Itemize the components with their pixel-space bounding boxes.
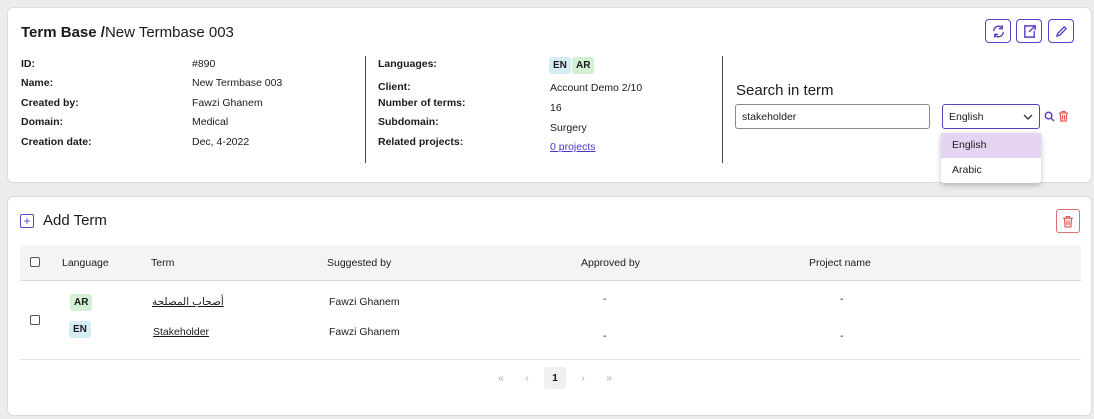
row-divider (20, 359, 1081, 360)
language-badge-en: EN (549, 57, 571, 74)
number-of-terms-label: Number of terms: (378, 97, 466, 109)
client-label: Client: (378, 81, 411, 93)
chevron-down-icon (1023, 114, 1033, 120)
delete-button[interactable] (1056, 209, 1080, 233)
divider (365, 56, 366, 163)
approved-by: - (603, 330, 607, 342)
page-title: Term Base /New Termbase 003 (21, 24, 234, 41)
table-header: Language Term Suggested by Approved by P… (20, 245, 1081, 281)
first-page-button[interactable]: « (488, 372, 514, 384)
select-all-checkbox[interactable] (30, 257, 40, 267)
pencil-icon (1055, 25, 1067, 37)
related-projects-label: Related projects: (378, 136, 464, 148)
trash-icon (1063, 215, 1073, 228)
id-label: ID: (21, 58, 35, 70)
language-dropdown: English Arabic (941, 133, 1041, 183)
language-badge-ar: AR (70, 294, 93, 311)
last-page-button[interactable]: » (596, 372, 622, 384)
project-name: - (840, 330, 844, 342)
created-by-label: Created by: (21, 97, 79, 109)
termbase-details-card: Term Base /New Termbase 003 ID: #890 Nam… (7, 7, 1092, 183)
subdomain-value: Surgery (550, 122, 587, 134)
next-page-button[interactable]: › (570, 372, 596, 384)
suggested-by: Fawzi Ghanem (329, 296, 400, 308)
language-option-arabic[interactable]: Arabic (941, 158, 1041, 183)
column-term: Term (151, 257, 175, 269)
language-badge-ar: AR (572, 57, 595, 74)
refresh-button[interactable] (985, 19, 1011, 43)
domain-label: Domain: (21, 116, 63, 128)
name-value: New Termbase 003 (192, 77, 283, 89)
language-select[interactable]: English (942, 104, 1040, 129)
created-by-value: Fawzi Ghanem (192, 97, 263, 109)
creation-date-label: Creation date: (21, 136, 92, 148)
refresh-icon (992, 24, 1004, 38)
language-select-value: English (949, 110, 984, 123)
clear-trash-icon[interactable] (1058, 110, 1069, 122)
id-value: #890 (192, 58, 216, 70)
suggested-by: Fawzi Ghanem (329, 326, 400, 338)
term-link[interactable]: أصحاب المصلحة (152, 296, 224, 308)
export-icon (1023, 24, 1036, 38)
column-suggested-by: Suggested by (327, 257, 392, 269)
subdomain-label: Subdomain: (378, 116, 439, 128)
languages-label: Languages: (378, 58, 437, 70)
add-term-button[interactable]: + Add Term (20, 212, 107, 229)
project-name: - (840, 293, 844, 305)
approved-by: - (603, 293, 607, 305)
export-button[interactable] (1016, 19, 1042, 43)
search-title: Search in term (736, 82, 834, 99)
client-value: Account Demo 2/10 (550, 82, 643, 94)
page-1-button[interactable]: 1 (544, 367, 566, 389)
divider (722, 56, 723, 163)
language-badge-en: EN (69, 321, 91, 338)
terms-card: + Add Term Language Term Suggested by Ap… (7, 196, 1092, 416)
edit-button[interactable] (1048, 19, 1074, 43)
prev-page-button[interactable]: ‹ (514, 372, 540, 384)
number-of-terms-value: 16 (550, 102, 562, 114)
creation-date-value: Dec, 4-2022 (192, 136, 250, 148)
row-checkbox[interactable] (30, 315, 40, 325)
search-icon[interactable] (1044, 111, 1055, 122)
column-project-name: Project name (809, 257, 871, 269)
name-label: Name: (21, 77, 54, 89)
plus-icon: + (20, 213, 34, 228)
language-option-english[interactable]: English (941, 133, 1041, 158)
search-input[interactable] (735, 104, 930, 129)
column-language: Language (62, 257, 109, 269)
term-link[interactable]: Stakeholder (153, 326, 209, 338)
related-projects-link[interactable]: 0 projects (550, 141, 596, 153)
domain-value: Medical (192, 116, 229, 128)
column-approved-by: Approved by (581, 257, 640, 269)
pagination: « ‹ 1 › » (488, 367, 622, 389)
